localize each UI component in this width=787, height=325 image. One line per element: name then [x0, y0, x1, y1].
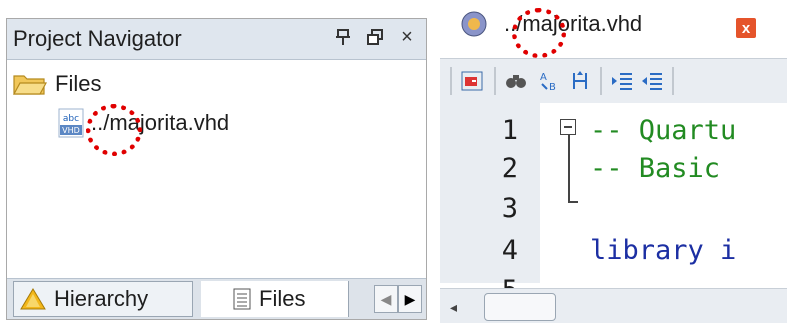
line-number: 4	[501, 235, 518, 266]
close-icon[interactable]: ×	[396, 26, 418, 48]
editor-close-icon[interactable]: x	[736, 18, 756, 38]
toolbar-grip	[450, 67, 452, 95]
tab-scroll-left-icon[interactable]: ◀	[374, 285, 398, 313]
folder-open-icon	[13, 75, 47, 95]
restore-icon[interactable]	[364, 26, 386, 48]
tab-scroll-right-icon[interactable]: ▶	[398, 285, 422, 313]
editor-tab-bar: ../majorita.vhd x	[440, 0, 787, 58]
scroll-thumb[interactable]	[484, 293, 556, 321]
svg-text:A: A	[540, 72, 547, 83]
navigator-tabs: Hierarchy Files ◀ ▶	[7, 278, 426, 319]
vhd-file-icon: abc VHD	[58, 108, 84, 138]
file-tree: Files abc VHD ../majorita.vhd	[7, 63, 426, 281]
tab-scroll-buttons: ◀ ▶	[374, 285, 422, 313]
fold-end	[568, 201, 578, 203]
navigator-header: Project Navigator ×	[7, 19, 426, 60]
toolbar-separator-2	[600, 67, 602, 95]
tab-files[interactable]: Files	[201, 281, 349, 317]
files-document-icon	[233, 288, 251, 310]
fold-toggle-icon[interactable]	[560, 119, 576, 135]
highlight-circle-tree-file	[86, 104, 142, 156]
tab-hierarchy-label: Hierarchy	[54, 286, 149, 311]
hierarchy-warning-icon	[20, 288, 46, 310]
line-number: 2	[501, 153, 518, 184]
scroll-left-icon[interactable]: ◂	[450, 299, 457, 316]
tab-files-label: Files	[259, 286, 306, 311]
pin-icon[interactable]	[332, 26, 354, 48]
find-icon[interactable]	[504, 69, 528, 93]
toolbar-separator-3	[672, 67, 674, 95]
tree-item-files-label: Files	[55, 71, 102, 96]
code-line: -- Quartu	[590, 115, 737, 146]
editor-toolbar: AB	[440, 58, 787, 104]
vhdl-file-icon	[461, 11, 487, 37]
find-replace-icon[interactable]: AB	[538, 69, 562, 93]
tree-item-majorita-vhd[interactable]: abc VHD ../majorita.vhd	[57, 108, 229, 138]
svg-text:abc: abc	[63, 114, 79, 124]
code-line: -- Basic	[590, 153, 721, 184]
indent-icon[interactable]	[610, 69, 634, 93]
svg-text:VHD: VHD	[62, 126, 80, 135]
outdent-icon[interactable]	[640, 69, 664, 93]
tab-hierarchy[interactable]: Hierarchy	[13, 281, 193, 317]
code-line: library i	[590, 235, 737, 266]
line-number: 1	[501, 115, 518, 146]
toolbar-separator	[494, 67, 496, 95]
insert-template-icon[interactable]	[568, 69, 592, 93]
project-navigator-panel: Project Navigator × Files abc VHD ../maj…	[6, 18, 427, 320]
open-document-icon[interactable]	[460, 69, 484, 93]
fold-line	[568, 135, 570, 201]
navigator-title: Project Navigator	[13, 26, 182, 51]
svg-text:B: B	[549, 82, 556, 93]
highlight-circle-editor-tab	[512, 8, 566, 58]
tree-item-files[interactable]: Files	[13, 71, 101, 97]
horizontal-scrollbar[interactable]: ◂	[440, 288, 787, 323]
line-number: 3	[501, 193, 518, 224]
